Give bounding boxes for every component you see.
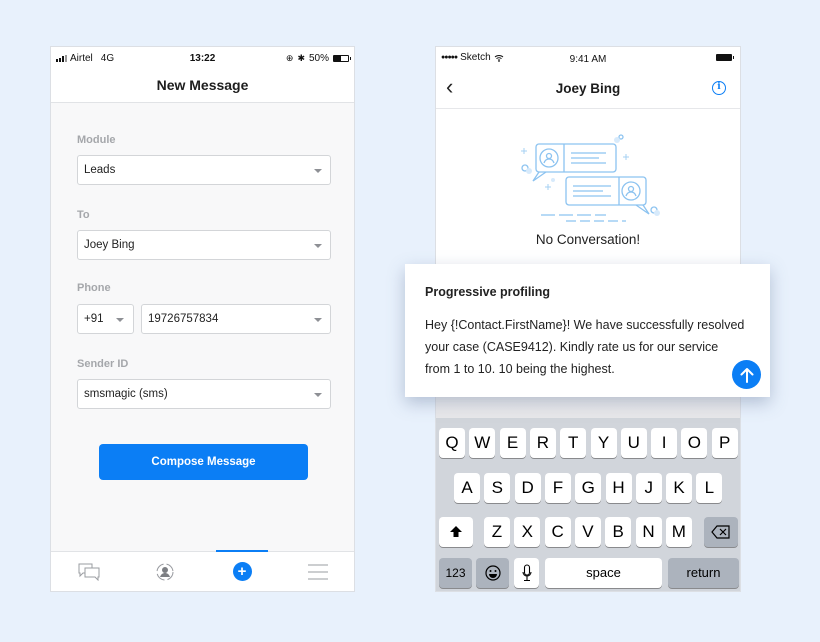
module-label: Module	[77, 134, 116, 146]
key-j[interactable]: J	[635, 473, 662, 503]
compose-message-button[interactable]: Compose Message	[99, 444, 308, 480]
shift-key[interactable]	[439, 517, 473, 547]
sender-id-select[interactable]: smsmagic (sms)	[77, 379, 331, 409]
status-bar: ●●●●● Sketch 9:41 AM	[436, 47, 740, 67]
key-n[interactable]: N	[635, 517, 662, 547]
conversation-illustration-icon	[521, 134, 660, 222]
to-value: Joey Bing	[84, 239, 135, 251]
keyboard: QWERTYUIOP ASDFGHJKL ZXCVBNM 123 space r…	[436, 418, 740, 591]
caret-down-icon	[314, 318, 322, 322]
caret-down-icon	[314, 244, 322, 248]
key-m[interactable]: M	[665, 517, 692, 547]
battery-percent: 50%	[308, 53, 329, 64]
key-g[interactable]: G	[575, 473, 602, 503]
phone-number-value: 19726757834	[148, 313, 219, 325]
contact-sync-icon	[156, 563, 174, 580]
key-r[interactable]: R	[529, 428, 556, 458]
module-select[interactable]: Leads	[77, 155, 331, 185]
key-w[interactable]: W	[469, 428, 496, 458]
key-o[interactable]: O	[681, 428, 708, 458]
space-key[interactable]: space	[545, 558, 662, 588]
key-p[interactable]: P	[711, 428, 738, 458]
plus-circle-icon: +	[232, 562, 252, 581]
key-l[interactable]: L	[696, 473, 723, 503]
key-x[interactable]: X	[514, 517, 541, 547]
key-v[interactable]: V	[574, 517, 601, 547]
rotation-lock-icon: ⊕	[285, 53, 294, 63]
return-key[interactable]: return	[668, 558, 739, 588]
key-f[interactable]: F	[544, 473, 571, 503]
battery-icon	[333, 55, 351, 62]
caret-down-icon	[314, 169, 322, 173]
key-s[interactable]: S	[484, 473, 511, 503]
template-preview-card[interactable]: Progressive profiling Hey {!Contact.Firs…	[405, 264, 770, 397]
tab-conversations[interactable]	[51, 552, 127, 591]
backspace-icon	[711, 525, 730, 539]
country-code-select[interactable]: +91	[77, 304, 134, 334]
to-label: To	[77, 209, 90, 221]
key-u[interactable]: U	[620, 428, 647, 458]
arrow-up-icon	[740, 367, 753, 383]
emoji-key[interactable]	[476, 558, 509, 588]
phone-label: Phone	[77, 282, 111, 294]
key-i[interactable]: I	[651, 428, 678, 458]
dictation-key[interactable]	[514, 558, 539, 588]
conversation-header: ‹ Joey Bing i	[436, 67, 740, 109]
caret-down-icon	[314, 393, 322, 397]
tab-bar: +	[51, 550, 354, 591]
key-c[interactable]: C	[544, 517, 571, 547]
clock: 9:41 AM	[569, 54, 607, 65]
empty-state-text: No Conversation!	[535, 232, 641, 247]
tab-new-message[interactable]: +	[204, 552, 280, 591]
battery-icon	[716, 54, 734, 61]
tab-contacts[interactable]	[127, 552, 203, 591]
new-message-screen: Airtel 4G 13:22 ⊕ ✱ 50% New Message Modu…	[50, 46, 355, 592]
sender-id-label: Sender ID	[77, 358, 129, 370]
send-button[interactable]	[732, 360, 761, 389]
key-z[interactable]: Z	[484, 517, 510, 547]
key-e[interactable]: E	[499, 428, 526, 458]
tab-menu[interactable]	[280, 552, 354, 591]
menu-icon	[308, 564, 328, 579]
key-k[interactable]: K	[666, 473, 693, 503]
caret-down-icon	[116, 318, 124, 322]
numbers-key[interactable]: 123	[439, 558, 472, 588]
template-message: Hey {!Contact.FirstName}! We have succes…	[425, 318, 745, 376]
key-b[interactable]: B	[605, 517, 632, 547]
key-t[interactable]: T	[560, 428, 587, 458]
to-select[interactable]: Joey Bing	[77, 230, 331, 260]
template-title: Progressive profiling	[425, 285, 551, 299]
chat-bubbles-icon	[78, 563, 100, 581]
key-q[interactable]: Q	[439, 428, 465, 458]
page-title: New Message	[51, 67, 354, 103]
microphone-icon	[521, 564, 532, 582]
info-icon[interactable]: i	[712, 81, 726, 95]
status-bar: Airtel 4G 13:22 ⊕ ✱ 50%	[51, 47, 354, 67]
sender-id-value: smsmagic (sms)	[84, 388, 168, 400]
key-h[interactable]: H	[605, 473, 632, 503]
bluetooth-icon: ✱	[297, 53, 305, 63]
key-y[interactable]: Y	[590, 428, 617, 458]
emoji-icon	[484, 565, 501, 581]
phone-number-select[interactable]: 19726757834	[141, 304, 331, 334]
shift-icon	[450, 526, 462, 537]
country-code-value: +91	[84, 313, 104, 325]
contact-name: Joey Bing	[555, 81, 621, 96]
key-d[interactable]: D	[514, 473, 541, 503]
module-value: Leads	[84, 164, 116, 176]
delete-key[interactable]	[704, 517, 738, 547]
key-a[interactable]: A	[454, 473, 480, 503]
